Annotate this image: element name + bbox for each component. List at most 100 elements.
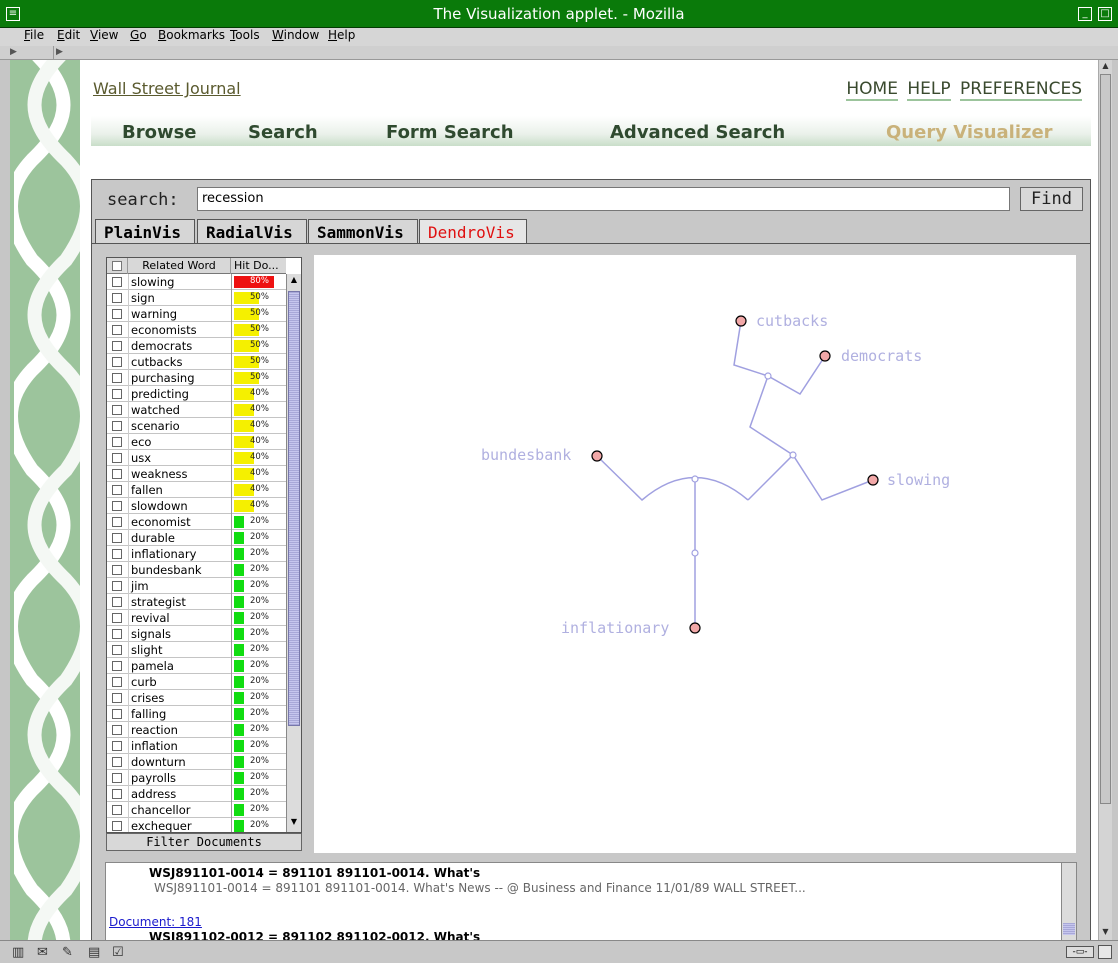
row-checkbox[interactable] [112,357,122,367]
row-checkbox[interactable] [112,677,122,687]
table-row[interactable]: inflation 20% [107,738,286,754]
table-row[interactable]: slowdown 40% [107,498,286,514]
table-row[interactable]: chancellor 20% [107,802,286,818]
row-checkbox[interactable] [112,501,122,511]
nav-advanced-search[interactable]: Advanced Search [610,122,785,143]
table-row[interactable]: crises 20% [107,690,286,706]
window-title-bar[interactable]: ≡ The Visualization applet. - Mozilla _ … [0,0,1118,28]
menu-tools[interactable]: Tools [230,28,260,42]
row-checkbox[interactable] [112,389,122,399]
row-checkbox[interactable] [112,661,122,671]
menu-go[interactable]: Go [130,28,147,42]
result-title[interactable]: WSJ891101-0014 = 891101 891101-0014. Wha… [149,866,480,880]
table-row[interactable]: weakness 40% [107,466,286,482]
row-checkbox[interactable] [112,421,122,431]
address-book-icon[interactable]: ▤ [88,945,100,960]
tab-dendrovis[interactable]: DendroVis [419,219,527,244]
table-scroll-thumb[interactable] [288,291,300,726]
leaf-node-bundesbank[interactable] [591,450,603,462]
page-scrollbar[interactable]: ▲ ▼ [1098,60,1112,940]
table-row[interactable]: jim 20% [107,578,286,594]
row-checkbox[interactable] [112,453,122,463]
table-scrollbar[interactable]: ▲ ▼ [286,274,301,832]
table-row[interactable]: address 20% [107,786,286,802]
header-related-word[interactable]: Related Word [128,258,231,274]
home-link[interactable]: HOME [846,79,898,101]
row-checkbox[interactable] [112,805,122,815]
row-checkbox[interactable] [112,309,122,319]
help-link[interactable]: HELP [907,79,951,101]
menu-view[interactable]: View [90,28,118,42]
nav-browse[interactable]: Browse [122,122,197,143]
results-scrollbar[interactable] [1061,863,1076,940]
table-row[interactable]: purchasing 50% [107,370,286,386]
table-row[interactable]: usx 40% [107,450,286,466]
wsj-home-link[interactable]: Wall Street Journal [93,79,241,98]
select-all-checkbox[interactable] [107,258,128,274]
table-row[interactable]: democrats 50% [107,338,286,354]
tab-plainvis[interactable]: PlainVis [95,219,195,244]
table-row[interactable]: inflationary 20% [107,546,286,562]
table-row[interactable]: curb 20% [107,674,286,690]
leaf-node-democrats[interactable] [819,350,831,362]
row-checkbox[interactable] [112,485,122,495]
table-row[interactable]: reaction 20% [107,722,286,738]
row-checkbox[interactable] [112,789,122,799]
table-row[interactable]: economists 50% [107,322,286,338]
irc-icon[interactable]: ☑ [112,945,124,960]
menu-bookmarks[interactable]: Bookmarks [158,28,225,42]
maximize-icon[interactable]: □ [1098,7,1112,21]
table-row[interactable]: pamela 20% [107,658,286,674]
table-row[interactable]: bundesbank 20% [107,562,286,578]
row-checkbox[interactable] [112,469,122,479]
minimize-icon[interactable]: _ [1078,7,1092,21]
row-checkbox[interactable] [112,741,122,751]
leaf-node-inflationary[interactable] [689,622,701,634]
row-checkbox[interactable] [112,613,122,623]
filter-documents-button[interactable]: Filter Documents [106,833,302,851]
sidebar-grip[interactable] [0,60,10,940]
row-checkbox[interactable] [112,757,122,767]
document-link[interactable]: Document: 181 [109,915,202,929]
menu-help[interactable]: Help [328,28,355,42]
tab-radialvis[interactable]: RadialVis [197,219,307,244]
leaf-node-slowing[interactable] [867,474,879,486]
find-button[interactable]: Find [1020,187,1083,211]
result-title[interactable]: WSJ891102-0012 = 891102 891102-0012. Wha… [149,930,480,940]
table-row[interactable]: predicting 40% [107,386,286,402]
menu-window[interactable]: Window [272,28,319,42]
nav-query-visualizer[interactable]: Query Visualizer [886,122,1053,143]
row-checkbox[interactable] [112,709,122,719]
table-row[interactable]: durable 20% [107,530,286,546]
mozilla-icon[interactable]: ▥ [12,945,24,960]
nav-search[interactable]: Search [248,122,318,143]
table-row[interactable]: economist 20% [107,514,286,530]
header-hit-documents[interactable]: Hit Do... [231,258,286,274]
table-row[interactable]: exchequer 20% [107,818,286,832]
composer-icon[interactable]: ✎ [62,945,73,960]
menu-edit[interactable]: Edit [57,28,80,42]
row-checkbox[interactable] [112,405,122,415]
row-checkbox[interactable] [112,325,122,335]
table-row[interactable]: watched 40% [107,402,286,418]
row-checkbox[interactable] [112,773,122,783]
table-row[interactable]: fallen 40% [107,482,286,498]
search-input[interactable]: recession [197,187,1010,211]
collapse-arrow-icon[interactable]: ▶ [10,47,17,57]
row-checkbox[interactable] [112,437,122,447]
preferences-link[interactable]: PREFERENCES [960,79,1082,101]
table-row[interactable]: revival 20% [107,610,286,626]
results-scroll-thumb[interactable] [1063,923,1075,935]
scroll-up-arrow-icon[interactable]: ▲ [288,275,300,289]
table-row[interactable]: slight 20% [107,642,286,658]
row-checkbox[interactable] [112,645,122,655]
security-lock-icon[interactable] [1098,945,1112,959]
table-row[interactable]: scenario 40% [107,418,286,434]
nav-form-search[interactable]: Form Search [386,122,514,143]
page-scroll-down-icon[interactable]: ▼ [1100,927,1111,939]
row-checkbox[interactable] [112,597,122,607]
table-row[interactable]: downturn 20% [107,754,286,770]
menu-file[interactable]: File [24,28,44,42]
table-row[interactable]: sign 50% [107,290,286,306]
row-checkbox[interactable] [112,565,122,575]
